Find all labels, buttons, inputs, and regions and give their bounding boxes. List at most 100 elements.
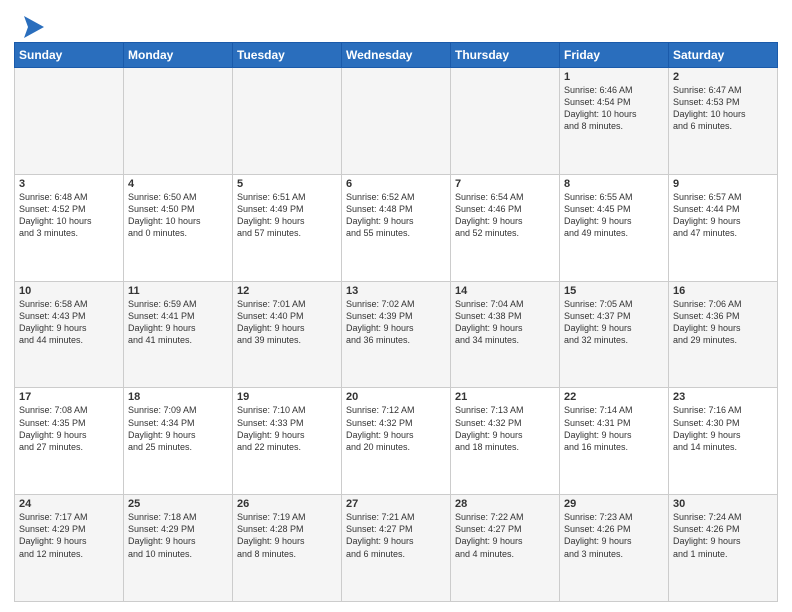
weekday-header-row: SundayMondayTuesdayWednesdayThursdayFrid… <box>15 43 778 68</box>
calendar-cell: 25Sunrise: 7:18 AM Sunset: 4:29 PM Dayli… <box>124 495 233 602</box>
day-info: Sunrise: 7:05 AM Sunset: 4:37 PM Dayligh… <box>564 298 664 347</box>
day-info: Sunrise: 7:19 AM Sunset: 4:28 PM Dayligh… <box>237 511 337 560</box>
day-number: 20 <box>346 391 446 403</box>
calendar-cell: 18Sunrise: 7:09 AM Sunset: 4:34 PM Dayli… <box>124 388 233 495</box>
day-number: 9 <box>673 178 773 190</box>
calendar-cell: 3Sunrise: 6:48 AM Sunset: 4:52 PM Daylig… <box>15 174 124 281</box>
day-number: 24 <box>19 498 119 510</box>
calendar-cell: 19Sunrise: 7:10 AM Sunset: 4:33 PM Dayli… <box>233 388 342 495</box>
day-info: Sunrise: 7:06 AM Sunset: 4:36 PM Dayligh… <box>673 298 773 347</box>
day-info: Sunrise: 7:17 AM Sunset: 4:29 PM Dayligh… <box>19 511 119 560</box>
calendar-cell: 17Sunrise: 7:08 AM Sunset: 4:35 PM Dayli… <box>15 388 124 495</box>
day-number: 27 <box>346 498 446 510</box>
day-number: 21 <box>455 391 555 403</box>
day-info: Sunrise: 6:57 AM Sunset: 4:44 PM Dayligh… <box>673 191 773 240</box>
calendar-week-row: 1Sunrise: 6:46 AM Sunset: 4:54 PM Daylig… <box>15 68 778 175</box>
calendar-cell: 9Sunrise: 6:57 AM Sunset: 4:44 PM Daylig… <box>669 174 778 281</box>
day-info: Sunrise: 6:52 AM Sunset: 4:48 PM Dayligh… <box>346 191 446 240</box>
weekday-friday: Friday <box>560 43 669 68</box>
day-number: 17 <box>19 391 119 403</box>
day-info: Sunrise: 7:10 AM Sunset: 4:33 PM Dayligh… <box>237 404 337 453</box>
day-info: Sunrise: 7:23 AM Sunset: 4:26 PM Dayligh… <box>564 511 664 560</box>
day-number: 19 <box>237 391 337 403</box>
calendar-cell: 10Sunrise: 6:58 AM Sunset: 4:43 PM Dayli… <box>15 281 124 388</box>
day-number: 29 <box>564 498 664 510</box>
calendar-cell: 23Sunrise: 7:16 AM Sunset: 4:30 PM Dayli… <box>669 388 778 495</box>
day-number: 14 <box>455 285 555 297</box>
calendar-cell <box>124 68 233 175</box>
calendar-cell: 5Sunrise: 6:51 AM Sunset: 4:49 PM Daylig… <box>233 174 342 281</box>
weekday-monday: Monday <box>124 43 233 68</box>
day-info: Sunrise: 7:12 AM Sunset: 4:32 PM Dayligh… <box>346 404 446 453</box>
day-info: Sunrise: 6:55 AM Sunset: 4:45 PM Dayligh… <box>564 191 664 240</box>
calendar-cell: 7Sunrise: 6:54 AM Sunset: 4:46 PM Daylig… <box>451 174 560 281</box>
day-info: Sunrise: 7:08 AM Sunset: 4:35 PM Dayligh… <box>19 404 119 453</box>
page: SundayMondayTuesdayWednesdayThursdayFrid… <box>0 0 792 612</box>
day-number: 22 <box>564 391 664 403</box>
day-info: Sunrise: 7:14 AM Sunset: 4:31 PM Dayligh… <box>564 404 664 453</box>
day-info: Sunrise: 6:50 AM Sunset: 4:50 PM Dayligh… <box>128 191 228 240</box>
day-number: 12 <box>237 285 337 297</box>
day-info: Sunrise: 6:46 AM Sunset: 4:54 PM Dayligh… <box>564 84 664 133</box>
day-number: 10 <box>19 285 119 297</box>
calendar-cell: 27Sunrise: 7:21 AM Sunset: 4:27 PM Dayli… <box>342 495 451 602</box>
day-info: Sunrise: 7:01 AM Sunset: 4:40 PM Dayligh… <box>237 298 337 347</box>
day-info: Sunrise: 7:22 AM Sunset: 4:27 PM Dayligh… <box>455 511 555 560</box>
calendar-cell: 22Sunrise: 7:14 AM Sunset: 4:31 PM Dayli… <box>560 388 669 495</box>
day-number: 5 <box>237 178 337 190</box>
day-number: 15 <box>564 285 664 297</box>
day-info: Sunrise: 7:21 AM Sunset: 4:27 PM Dayligh… <box>346 511 446 560</box>
day-info: Sunrise: 7:09 AM Sunset: 4:34 PM Dayligh… <box>128 404 228 453</box>
logo <box>14 14 46 36</box>
day-info: Sunrise: 7:18 AM Sunset: 4:29 PM Dayligh… <box>128 511 228 560</box>
day-number: 3 <box>19 178 119 190</box>
weekday-tuesday: Tuesday <box>233 43 342 68</box>
header <box>14 10 778 36</box>
day-info: Sunrise: 7:16 AM Sunset: 4:30 PM Dayligh… <box>673 404 773 453</box>
calendar-header: SundayMondayTuesdayWednesdayThursdayFrid… <box>15 43 778 68</box>
day-number: 18 <box>128 391 228 403</box>
day-info: Sunrise: 7:02 AM Sunset: 4:39 PM Dayligh… <box>346 298 446 347</box>
day-number: 1 <box>564 71 664 83</box>
day-number: 8 <box>564 178 664 190</box>
calendar-cell <box>233 68 342 175</box>
day-info: Sunrise: 7:24 AM Sunset: 4:26 PM Dayligh… <box>673 511 773 560</box>
day-number: 26 <box>237 498 337 510</box>
calendar-cell: 28Sunrise: 7:22 AM Sunset: 4:27 PM Dayli… <box>451 495 560 602</box>
calendar-cell: 13Sunrise: 7:02 AM Sunset: 4:39 PM Dayli… <box>342 281 451 388</box>
day-info: Sunrise: 7:04 AM Sunset: 4:38 PM Dayligh… <box>455 298 555 347</box>
day-info: Sunrise: 6:47 AM Sunset: 4:53 PM Dayligh… <box>673 84 773 133</box>
day-info: Sunrise: 6:54 AM Sunset: 4:46 PM Dayligh… <box>455 191 555 240</box>
day-number: 23 <box>673 391 773 403</box>
calendar-cell: 14Sunrise: 7:04 AM Sunset: 4:38 PM Dayli… <box>451 281 560 388</box>
weekday-sunday: Sunday <box>15 43 124 68</box>
calendar-body: 1Sunrise: 6:46 AM Sunset: 4:54 PM Daylig… <box>15 68 778 602</box>
day-number: 2 <box>673 71 773 83</box>
day-number: 4 <box>128 178 228 190</box>
weekday-wednesday: Wednesday <box>342 43 451 68</box>
calendar-cell <box>15 68 124 175</box>
calendar-cell: 6Sunrise: 6:52 AM Sunset: 4:48 PM Daylig… <box>342 174 451 281</box>
day-number: 6 <box>346 178 446 190</box>
calendar-cell <box>342 68 451 175</box>
calendar-table: SundayMondayTuesdayWednesdayThursdayFrid… <box>14 42 778 602</box>
calendar-week-row: 24Sunrise: 7:17 AM Sunset: 4:29 PM Dayli… <box>15 495 778 602</box>
calendar-cell: 4Sunrise: 6:50 AM Sunset: 4:50 PM Daylig… <box>124 174 233 281</box>
day-info: Sunrise: 6:51 AM Sunset: 4:49 PM Dayligh… <box>237 191 337 240</box>
calendar-cell: 24Sunrise: 7:17 AM Sunset: 4:29 PM Dayli… <box>15 495 124 602</box>
calendar-cell: 26Sunrise: 7:19 AM Sunset: 4:28 PM Dayli… <box>233 495 342 602</box>
calendar-week-row: 3Sunrise: 6:48 AM Sunset: 4:52 PM Daylig… <box>15 174 778 281</box>
weekday-saturday: Saturday <box>669 43 778 68</box>
calendar-cell: 30Sunrise: 7:24 AM Sunset: 4:26 PM Dayli… <box>669 495 778 602</box>
calendar-week-row: 10Sunrise: 6:58 AM Sunset: 4:43 PM Dayli… <box>15 281 778 388</box>
day-info: Sunrise: 6:58 AM Sunset: 4:43 PM Dayligh… <box>19 298 119 347</box>
day-number: 16 <box>673 285 773 297</box>
calendar-cell: 15Sunrise: 7:05 AM Sunset: 4:37 PM Dayli… <box>560 281 669 388</box>
calendar-cell: 16Sunrise: 7:06 AM Sunset: 4:36 PM Dayli… <box>669 281 778 388</box>
logo-icon <box>16 14 46 40</box>
day-info: Sunrise: 6:48 AM Sunset: 4:52 PM Dayligh… <box>19 191 119 240</box>
calendar-cell: 20Sunrise: 7:12 AM Sunset: 4:32 PM Dayli… <box>342 388 451 495</box>
calendar-cell: 21Sunrise: 7:13 AM Sunset: 4:32 PM Dayli… <box>451 388 560 495</box>
calendar-cell: 11Sunrise: 6:59 AM Sunset: 4:41 PM Dayli… <box>124 281 233 388</box>
weekday-thursday: Thursday <box>451 43 560 68</box>
